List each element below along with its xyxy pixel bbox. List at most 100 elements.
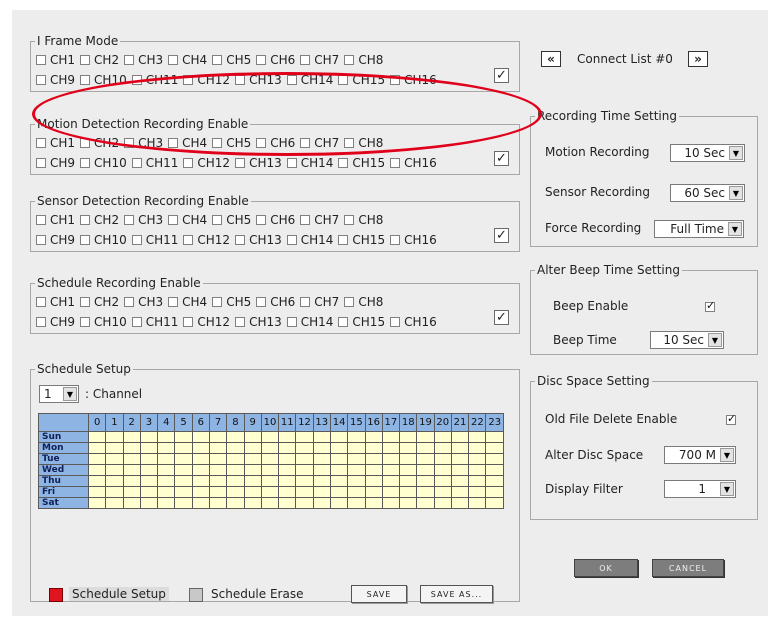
prev-connect-button[interactable]: « <box>541 51 561 67</box>
channel-checkbox-item[interactable]: CH4 <box>168 53 207 67</box>
channel-checkbox-item[interactable]: CH14 <box>286 315 333 329</box>
channel-checkbox-item[interactable]: CH9 <box>36 73 75 87</box>
schedule-cell[interactable] <box>105 453 124 465</box>
schedule-cell[interactable] <box>105 475 124 487</box>
schedule-cell[interactable] <box>399 486 418 498</box>
channel-checkbox-item[interactable]: CH7 <box>300 213 339 227</box>
schedule-cell[interactable] <box>416 475 435 487</box>
schedule-cell[interactable] <box>157 486 176 498</box>
channel-checkbox[interactable] <box>80 317 91 327</box>
channel-checkbox-item[interactable]: CH15 <box>338 156 385 170</box>
schedule-cell[interactable] <box>122 453 141 465</box>
schedule-cell[interactable] <box>243 497 262 509</box>
channel-checkbox[interactable] <box>338 235 349 245</box>
channel-checkbox[interactable] <box>80 215 91 225</box>
schedule-cell[interactable] <box>87 486 107 498</box>
schedule-cell[interactable] <box>416 464 435 476</box>
save-as-button[interactable]: SAVE AS... <box>420 585 493 603</box>
schedule-cell[interactable] <box>174 475 193 487</box>
channel-checkbox[interactable] <box>124 215 135 225</box>
schedule-cell[interactable] <box>174 464 193 476</box>
channel-checkbox-item[interactable]: CH13 <box>235 156 282 170</box>
channel-checkbox-item[interactable]: CH15 <box>338 315 385 329</box>
schedule-cell[interactable] <box>433 486 452 498</box>
schedule-cell[interactable] <box>329 431 349 443</box>
schedule-cell[interactable] <box>347 497 366 509</box>
channel-checkbox-item[interactable]: CH3 <box>124 53 163 67</box>
channel-checkbox-item[interactable]: CH9 <box>36 156 75 170</box>
schedule-cell[interactable] <box>468 442 487 454</box>
schedule-cell[interactable] <box>485 453 504 465</box>
channel-checkbox[interactable] <box>36 215 46 225</box>
channel-checkbox[interactable] <box>131 235 142 245</box>
schedule-cell[interactable] <box>122 486 141 498</box>
schedule-cell[interactable] <box>226 486 245 498</box>
schedule-cell[interactable] <box>295 475 314 487</box>
schedule-cell[interactable] <box>433 497 452 509</box>
channel-checkbox-item[interactable]: CH2 <box>80 213 119 227</box>
schedule-cell[interactable] <box>87 431 107 443</box>
channel-checkbox-item[interactable]: CH11 <box>131 156 178 170</box>
channel-checkbox-item[interactable]: CH1 <box>36 295 75 309</box>
schedule-cell[interactable] <box>139 453 159 465</box>
schedule-cell[interactable] <box>399 453 418 465</box>
schedule-cell[interactable] <box>226 464 245 476</box>
schedule-cell[interactable] <box>191 497 210 509</box>
channel-checkbox[interactable] <box>300 297 311 307</box>
channel-checkbox-item[interactable]: CH2 <box>80 53 119 67</box>
channel-checkbox[interactable] <box>168 55 179 65</box>
schedule-cell[interactable] <box>433 442 452 454</box>
schedule-cell[interactable] <box>191 486 210 498</box>
channel-checkbox-item[interactable]: CH11 <box>131 73 178 87</box>
channel-checkbox[interactable] <box>80 297 91 307</box>
display-filter-select[interactable]: 1 ▼ <box>664 480 736 498</box>
schedule-cell[interactable] <box>157 453 176 465</box>
schedule-cell[interactable] <box>312 442 331 454</box>
schedule-cell[interactable] <box>416 431 435 443</box>
schedule-cell[interactable] <box>329 486 349 498</box>
channel-checkbox[interactable] <box>338 75 349 85</box>
schedule-cell[interactable] <box>191 475 210 487</box>
schedule-cell[interactable] <box>191 464 210 476</box>
channel-checkbox[interactable] <box>168 297 179 307</box>
channel-checkbox-item[interactable]: CH1 <box>36 136 75 150</box>
schedule-cell[interactable] <box>208 431 228 443</box>
schedule-cell[interactable] <box>139 497 159 509</box>
channel-checkbox-item[interactable]: CH5 <box>212 295 251 309</box>
schedule-cell[interactable] <box>157 464 176 476</box>
schedule-cell[interactable] <box>450 497 470 509</box>
channel-checkbox-item[interactable]: CH15 <box>338 233 385 247</box>
schedule-grid[interactable]: 0 1 2 3 4 5 6 7 8 9 10 11 12 13 14 15 16 17 18 19 20 21 22 23 Su… <box>38 413 504 509</box>
channel-checkbox[interactable] <box>168 138 179 148</box>
schedule-cell[interactable] <box>485 431 504 443</box>
beep-time-select[interactable]: 10 Sec ▼ <box>650 331 724 349</box>
schedule-cell[interactable] <box>329 464 349 476</box>
channel-checkbox[interactable] <box>183 158 194 168</box>
schedule-cell[interactable] <box>364 442 383 454</box>
channel-checkbox[interactable] <box>80 235 91 245</box>
schedule-cell[interactable] <box>468 464 487 476</box>
schedule-cell[interactable] <box>312 453 331 465</box>
schedule-cell[interactable] <box>485 486 504 498</box>
channel-checkbox-item[interactable]: CH7 <box>300 295 339 309</box>
schedule-cell[interactable] <box>174 486 193 498</box>
schedule-cell[interactable] <box>364 497 383 509</box>
schedule-cell[interactable] <box>208 486 228 498</box>
schedule-cell[interactable] <box>87 497 107 509</box>
channel-checkbox[interactable] <box>390 235 401 245</box>
channel-checkbox-item[interactable]: CH8 <box>344 295 383 309</box>
schedule-cell[interactable] <box>226 453 245 465</box>
schedule-cell[interactable] <box>399 497 418 509</box>
schedule-cell[interactable] <box>364 431 383 443</box>
schedule-cell[interactable] <box>295 431 314 443</box>
channel-checkbox-item[interactable]: CH13 <box>235 233 282 247</box>
channel-checkbox-item[interactable]: CH6 <box>256 53 295 67</box>
schedule-cell[interactable] <box>329 475 349 487</box>
schedule-cell[interactable] <box>174 442 193 454</box>
channel-checkbox-item[interactable]: CH6 <box>256 136 295 150</box>
schedule-cell[interactable] <box>139 475 159 487</box>
schedule-cell[interactable] <box>450 464 470 476</box>
schedule-cell[interactable] <box>208 464 228 476</box>
channel-checkbox[interactable] <box>124 138 135 148</box>
schedule-cell[interactable] <box>399 431 418 443</box>
